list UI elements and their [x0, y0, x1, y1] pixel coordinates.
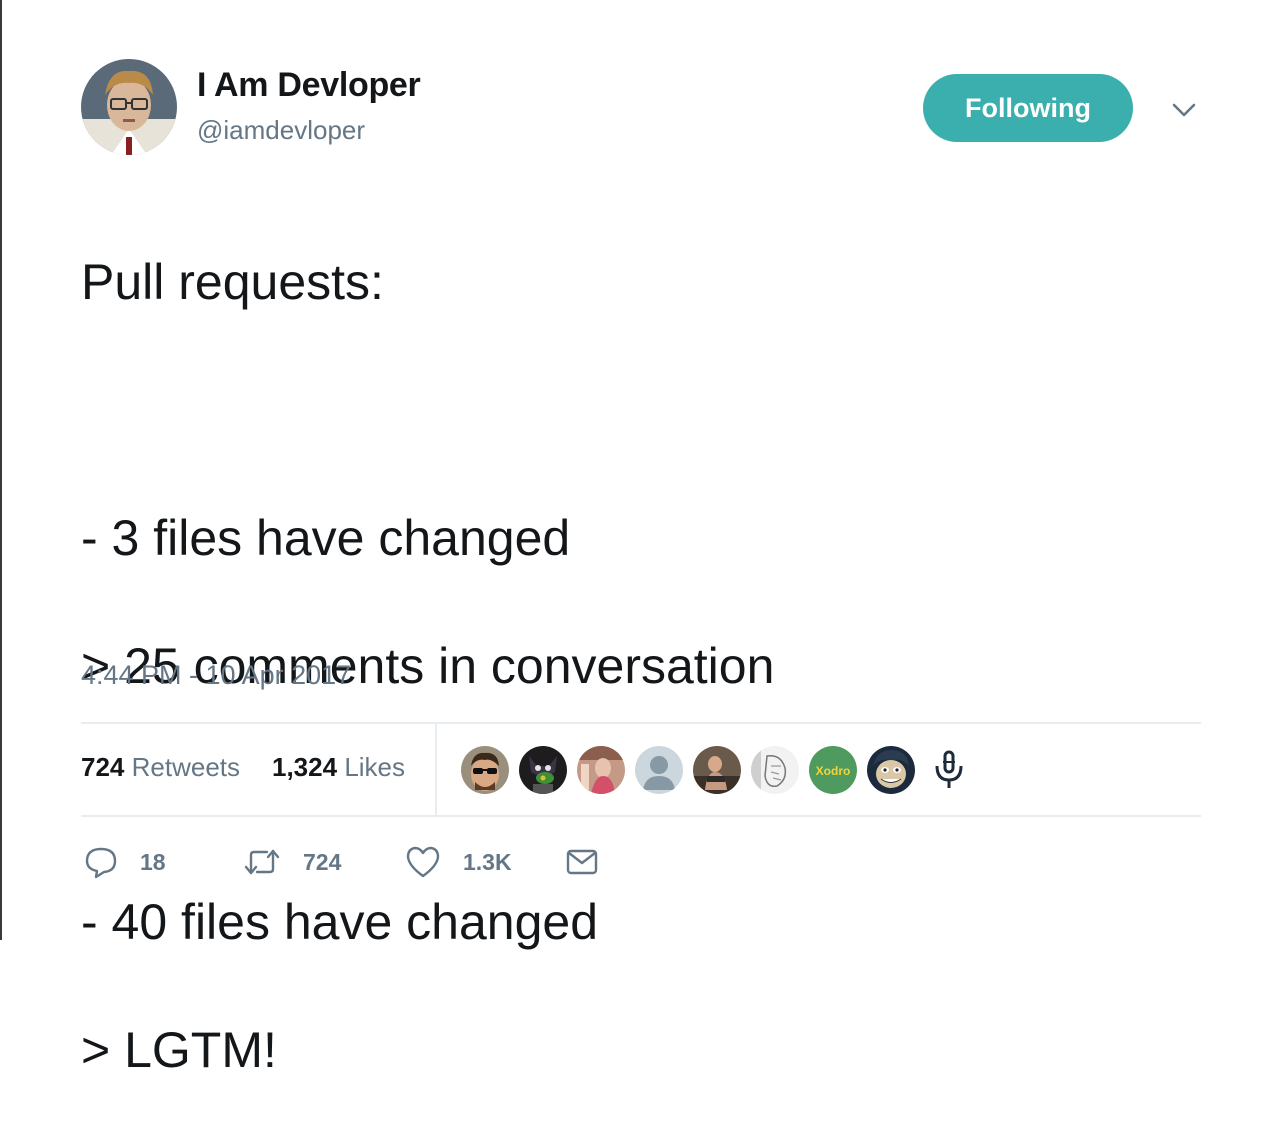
- retweets-count: 724: [81, 752, 125, 782]
- likes-stat[interactable]: 1,324 Likes: [272, 752, 405, 783]
- tweet-line: > LGTM!: [81, 1022, 277, 1078]
- retweet-count: 724: [303, 848, 342, 875]
- tweet-timestamp[interactable]: 4:44 PM - 10 Apr 2017: [81, 660, 351, 691]
- liker-avatar[interactable]: [867, 746, 915, 794]
- liker-avatar-sunglasses-icon: [461, 746, 509, 794]
- stats-divider: [435, 724, 437, 817]
- liker-avatar-default-icon: [635, 746, 683, 794]
- reply-count: 18: [140, 848, 166, 875]
- tweet-line: - 40 files have changed: [81, 894, 599, 950]
- retweets-stat[interactable]: 724 Retweets: [81, 752, 240, 783]
- author-avatar[interactable]: [81, 59, 177, 155]
- more-options-button[interactable]: [1170, 98, 1198, 122]
- likes-label: Likes: [344, 752, 406, 782]
- retweet-button[interactable]: 724: [243, 843, 341, 881]
- reply-button[interactable]: 18: [84, 843, 166, 881]
- liker-avatar-dark-character-icon: [519, 746, 567, 794]
- tweet-line: - 3 files have changed: [81, 510, 571, 566]
- liker-avatar[interactable]: [751, 746, 799, 794]
- retweet-icon: [244, 849, 280, 875]
- likes-count: 1,324: [272, 752, 338, 782]
- liker-avatar-photo-icon: [577, 746, 625, 794]
- window-edge: [0, 0, 2, 940]
- liker-avatar-xodro-icon: Xodro: [809, 746, 857, 794]
- liker-avatar-sketch-icon: [751, 746, 799, 794]
- liker-avatar-microphone-logo-icon: [925, 746, 973, 794]
- liker-avatar[interactable]: [925, 746, 973, 794]
- liker-avatar[interactable]: [519, 746, 567, 794]
- like-count: 1.3K: [463, 848, 512, 875]
- liker-avatar-cartoon-icon: [867, 746, 915, 794]
- chevron-down-icon: [1172, 103, 1196, 117]
- reply-icon: [85, 847, 117, 879]
- liker-avatar[interactable]: [693, 746, 741, 794]
- divider: [81, 815, 1201, 817]
- liker-avatar[interactable]: [461, 746, 509, 794]
- liker-avatar-photo-icon: [693, 746, 741, 794]
- tweet-line: [81, 378, 1201, 442]
- liker-avatar[interactable]: Xodro: [809, 746, 857, 794]
- heart-icon: [406, 846, 440, 878]
- author-display-name[interactable]: I Am Devloper: [197, 66, 421, 105]
- author-handle[interactable]: @iamdevloper: [197, 115, 365, 146]
- user-avatar-photo-icon: [81, 59, 177, 155]
- divider: [81, 722, 1201, 724]
- direct-message-button[interactable]: [565, 843, 599, 881]
- liker-avatar[interactable]: [635, 746, 683, 794]
- liker-avatar[interactable]: [577, 746, 625, 794]
- like-button[interactable]: 1.3K: [405, 843, 512, 881]
- svg-text:Xodro: Xodro: [816, 764, 851, 778]
- envelope-icon: [566, 849, 598, 875]
- tweet-card: I Am Devloper @iamdevloper Following Pul…: [0, 0, 1280, 1078]
- following-button[interactable]: Following: [923, 74, 1133, 142]
- retweets-label: Retweets: [131, 752, 241, 782]
- tweet-line: Pull requests:: [81, 254, 384, 310]
